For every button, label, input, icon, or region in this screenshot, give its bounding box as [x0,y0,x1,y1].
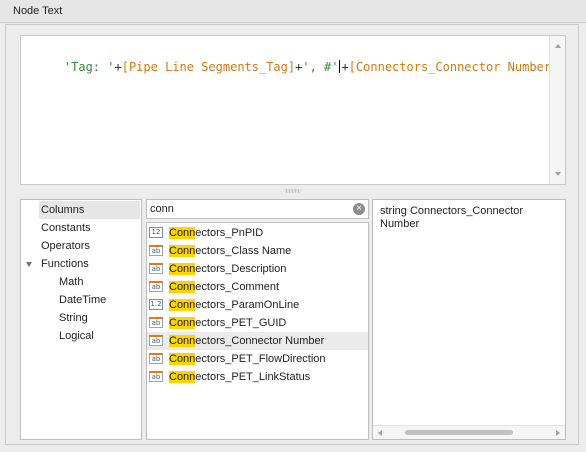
code-token: + [341,60,349,74]
search-input[interactable] [148,201,345,217]
match-highlight: Conn [169,227,196,239]
list-item[interactable]: ab Connectors_PET_LinkStatus [147,368,368,386]
string-type-icon: ab [149,353,163,364]
field-name: Connectors_ParamOnLine [169,296,299,314]
list-item[interactable]: ab Connectors_PET_FlowDirection [147,350,368,368]
tree-item-operators[interactable]: Operators [21,237,141,255]
field-name-rest: ectors_PET_FlowDirection [195,353,326,365]
field-name-rest: ectors_Class Name [195,245,292,257]
tree-item-string[interactable]: String [21,309,141,327]
scroll-up-icon[interactable] [555,44,561,48]
tree-item-label: DateTime [59,294,107,306]
match-highlight: Conn [169,353,196,365]
string-type-icon: ab [149,371,163,382]
match-highlight: Conn [169,371,196,383]
integer-type-icon: 12 [149,227,163,238]
splitter-grip[interactable] [285,189,301,193]
description-text: string Connectors_Connector Number [380,205,524,230]
code-token: [Connectors_Connector Number] [348,60,559,74]
scroll-down-icon[interactable] [555,172,561,176]
scroll-left-icon[interactable] [378,430,382,436]
string-type-icon: ab [149,281,163,292]
field-name: Connectors_PET_LinkStatus [169,368,310,386]
clear-icon[interactable]: × [353,203,365,215]
list-item[interactable]: ab Connectors_Comment [147,278,368,296]
tree-item-logical[interactable]: Logical [21,327,141,345]
tree-item-label: Logical [59,330,94,342]
list-item-selected[interactable]: ab Connectors_Connector Number [147,332,368,350]
code-token: 'Tag: ' [63,60,115,74]
title-bar: Node Text [0,0,586,23]
tree-item-functions[interactable]: Functions [21,255,141,273]
list-item[interactable]: ab Connectors_Class Name [147,242,368,260]
scroll-right-icon[interactable] [556,430,560,436]
list-item[interactable]: ab Connectors_PET_GUID [147,314,368,332]
match-highlight: Conn [169,317,196,329]
tree-item-constants[interactable]: Constants [21,219,141,237]
match-highlight: Conn [169,299,196,311]
tree-item-datetime[interactable]: DateTime [21,291,141,309]
field-name-rest: ectors_PnPID [195,227,264,239]
expand-arrow-icon[interactable] [26,262,32,267]
expression-editor[interactable]: 'Tag: '+[Pipe Line Segments_Tag]+', #' +[… [20,35,566,185]
list-item[interactable]: ab Connectors_Description [147,260,368,278]
field-name-rest: ectors_Connector Number [195,335,325,347]
field-name-rest: ectors_PET_GUID [195,317,287,329]
tree-item-math[interactable]: Math [21,273,141,291]
field-name: Connectors_Connector Number [169,332,324,350]
field-name-rest: ectors_Comment [195,281,280,293]
string-type-icon: ab [149,263,163,274]
field-name: Connectors_PET_GUID [169,314,286,332]
code-token: [Pipe Line Segments_Tag] [121,60,296,74]
float-type-icon: 1.2 [149,299,163,310]
field-name-rest: ectors_Description [195,263,287,275]
match-highlight: Conn [169,263,196,275]
field-name-rest: ectors_ParamOnLine [195,299,300,311]
tree-item-label: Math [59,276,84,288]
description-horizontal-scrollbar[interactable] [373,425,565,439]
match-highlight: Conn [169,335,196,347]
editor-vertical-scrollbar[interactable] [549,36,565,184]
field-name: Connectors_PnPID [169,224,263,242]
string-type-icon: ab [149,317,163,328]
tree-item-label: Operators [41,240,90,252]
field-name-rest: ectors_PET_LinkStatus [195,371,311,383]
tree-item-columns[interactable]: Columns [21,201,141,219]
window-title: Node Text [13,5,63,17]
field-list: 12 Connectors_PnPID ab Connectors_Class … [146,222,369,440]
expression-code[interactable]: 'Tag: '+[Pipe Line Segments_Tag]+', #' +[… [35,45,558,90]
string-type-icon: ab [149,335,163,346]
string-type-icon: ab [149,245,163,256]
tree-item-label: String [59,312,88,324]
description-panel: string Connectors_Connector Number [372,199,566,440]
field-name: Connectors_Class Name [169,242,291,260]
tree-item-label: Constants [41,222,91,234]
match-highlight: Conn [169,281,196,293]
list-item[interactable]: 12 Connectors_PnPID [147,224,368,242]
code-token: + [114,60,122,74]
match-highlight: Conn [169,245,196,257]
field-name: Connectors_PET_FlowDirection [169,350,326,368]
tree-item-label: Columns [41,204,85,216]
category-tree: Columns Constants Operators Functions Ma… [20,199,142,440]
code-token: ', #' [302,60,339,74]
list-item[interactable]: 1.2 Connectors_ParamOnLine [147,296,368,314]
field-name: Connectors_Description [169,260,286,278]
search-box: × [146,199,369,219]
field-name: Connectors_Comment [169,278,279,296]
tree-item-label: Functions [41,258,89,270]
scroll-thumb[interactable] [405,430,513,435]
